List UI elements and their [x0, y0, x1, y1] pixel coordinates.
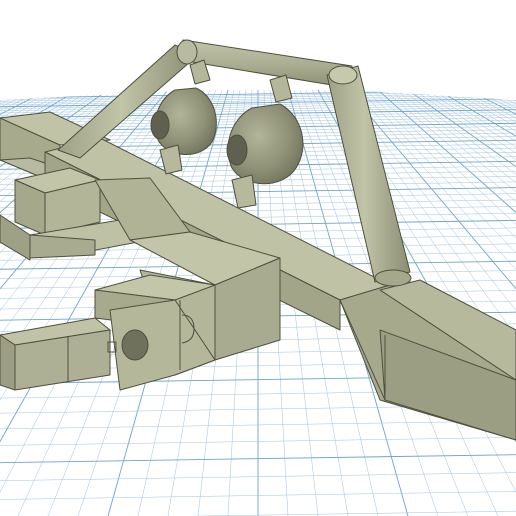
grid-line: [509, 89, 516, 516]
right-light-pod[interactable]: [226, 74, 304, 209]
bolt-hole: [121, 329, 149, 361]
lamp-lens-icon: [150, 110, 170, 140]
grid-line: [485, 89, 516, 516]
3d-viewport[interactable]: [0, 0, 516, 516]
grid-line: [497, 89, 516, 516]
lower-arm[interactable]: [0, 274, 216, 391]
workplane-scene[interactable]: [0, 0, 516, 516]
lamp-lens-icon: [226, 134, 248, 166]
